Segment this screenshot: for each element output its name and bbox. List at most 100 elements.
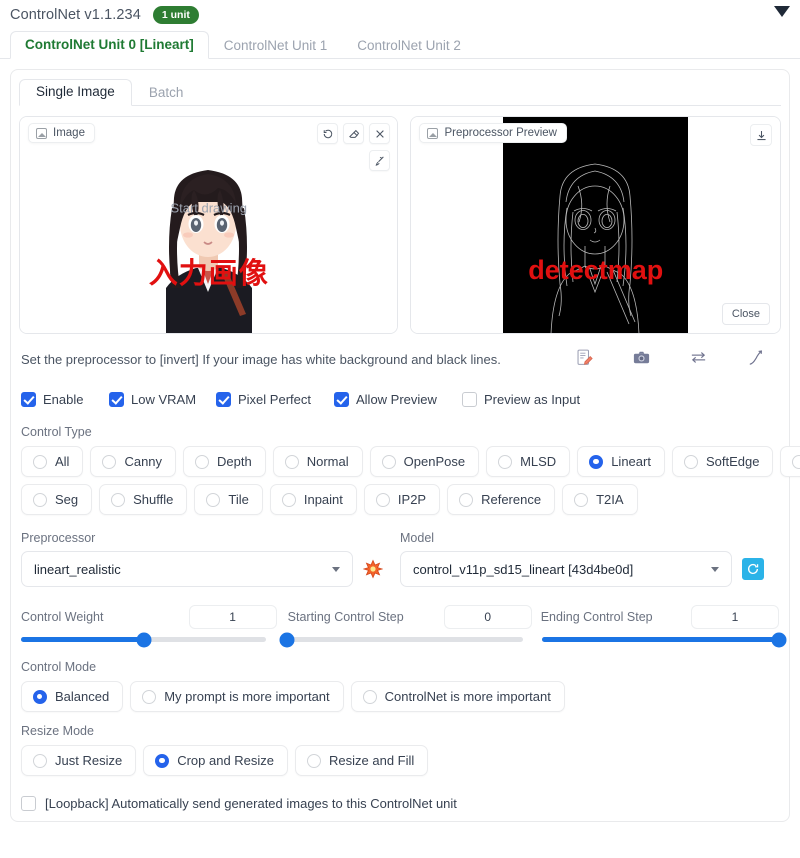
checkbox-loopback-label: [Loopback] Automatically send generated … (45, 796, 457, 812)
control-type-scribble[interactable]: Scribble (780, 446, 800, 478)
radio-prompt-important[interactable] (142, 689, 157, 704)
tab-controlnet-unit-1[interactable]: ControlNet Unit 1 (209, 32, 343, 59)
explosion-icon[interactable] (363, 559, 383, 579)
checkbox-loopback-box[interactable] (21, 796, 36, 812)
control-type-softedge[interactable]: SoftEdge (671, 446, 774, 478)
tab-single-image[interactable]: Single Image (19, 79, 132, 107)
preprocessor-select[interactable]: lineart_realistic (21, 551, 353, 588)
radio-canny[interactable] (102, 454, 117, 469)
controlnet-header: ControlNet v1.1.234 1 unit (0, 0, 800, 28)
control-weight-input[interactable]: 1 (188, 605, 277, 630)
radio-shuffle[interactable] (111, 492, 126, 507)
radio-normal[interactable] (284, 454, 299, 469)
checkbox-preview-as-input[interactable]: Preview as Input (462, 392, 580, 408)
control-mode-controlnet-important[interactable]: ControlNet is more important (350, 681, 565, 713)
control-type-openpose[interactable]: OpenPose (369, 446, 480, 478)
refresh-icon[interactable] (742, 558, 764, 581)
checkbox-low-vram-box[interactable] (109, 392, 124, 408)
ending-control-step-input[interactable]: 1 (691, 605, 779, 630)
model-label: Model (400, 531, 435, 546)
control-type-ip2p[interactable]: IP2P (363, 484, 441, 516)
resize-mode-just-resize[interactable]: Just Resize (21, 745, 137, 777)
resize-mode-resize-and-fill[interactable]: Resize and Fill (295, 745, 429, 777)
control-mode-balanced[interactable]: Balanced (21, 681, 124, 713)
tab-batch[interactable]: Batch (132, 80, 201, 106)
radio-all[interactable] (33, 454, 47, 469)
input-image-dropzone[interactable]: Start drawing 入力画像 Image (19, 116, 399, 335)
radio-scribble[interactable] (792, 454, 800, 469)
tab-controlnet-unit-2[interactable]: ControlNet Unit 2 (342, 32, 476, 59)
control-type-lineart[interactable]: Lineart (577, 446, 665, 478)
control-type-shuffle[interactable]: Shuffle (99, 484, 188, 516)
control-type-normal[interactable]: Normal (272, 446, 363, 478)
radio-openpose[interactable] (381, 454, 396, 469)
checkbox-enable[interactable]: Enable (21, 392, 109, 408)
control-type-t2ia[interactable]: T2IA (562, 484, 638, 516)
model-group: Model control_v11p_sd15_lineart [43d4be0… (400, 531, 779, 588)
control-mode-row: Balanced My prompt is more important Con… (19, 681, 781, 713)
radio-seg[interactable] (33, 492, 47, 507)
radio-crop-and-resize[interactable] (155, 753, 170, 768)
control-type-reference[interactable]: Reference (447, 484, 556, 516)
control-mode-prompt-important[interactable]: My prompt is more important (130, 681, 344, 713)
preprocessor-preview-box[interactable]: detectmap Preprocessor Preview Close (410, 116, 781, 335)
edit-image-icon[interactable] (575, 348, 594, 370)
model-select[interactable]: control_v11p_sd15_lineart [43d4be0d] (400, 551, 732, 588)
control-type-tile[interactable]: Tile (194, 484, 263, 516)
radio-inpaint[interactable] (281, 492, 296, 507)
checkbox-preview-as-input-box[interactable] (462, 392, 477, 408)
chevron-down-icon[interactable] (332, 566, 340, 572)
radio-resize-and-fill[interactable] (307, 753, 322, 768)
radio-t2ia[interactable] (574, 492, 589, 507)
close-preview-button[interactable]: Close (721, 303, 770, 326)
checkbox-low-vram[interactable]: Low VRAM (109, 392, 216, 408)
curve-icon[interactable] (746, 348, 765, 370)
radio-balanced[interactable] (33, 689, 47, 704)
radio-just-resize[interactable] (33, 753, 47, 768)
download-icon[interactable] (750, 124, 772, 147)
checkbox-loopback[interactable]: [Loopback] Automatically send generated … (19, 796, 781, 812)
image-row: Start drawing 入力画像 Image detectmap Prepr… (19, 116, 781, 335)
radio-tile[interactable] (206, 492, 221, 507)
resize-mode-just-resize-label: Just Resize (55, 753, 123, 769)
preprocessor-hint-row: Set the preprocessor to [invert] If your… (19, 348, 781, 370)
control-type-canny[interactable]: Canny (90, 446, 177, 478)
undo-icon[interactable] (317, 123, 339, 145)
starting-control-step-slider[interactable] (279, 632, 524, 648)
ending-control-step-knob[interactable] (771, 632, 787, 648)
checkbox-allow-preview[interactable]: Allow Preview (334, 392, 462, 408)
control-weight-knob[interactable] (136, 632, 152, 648)
control-type-mlsd[interactable]: MLSD (486, 446, 571, 478)
ending-control-step-slider[interactable] (542, 632, 787, 648)
tab-controlnet-unit-0[interactable]: ControlNet Unit 0 [Lineart] (10, 31, 209, 60)
input-artwork: Start drawing 入力画像 (136, 117, 282, 334)
clear-icon[interactable] (369, 123, 391, 145)
radio-controlnet-important[interactable] (362, 689, 377, 704)
radio-ip2p[interactable] (375, 492, 390, 507)
camera-icon[interactable] (632, 348, 651, 370)
checkbox-pixel-perfect-box[interactable] (216, 392, 231, 408)
eraser-icon[interactable] (343, 123, 365, 145)
checkbox-allow-preview-box[interactable] (334, 392, 349, 408)
radio-reference[interactable] (459, 492, 474, 507)
control-weight-slider[interactable] (21, 632, 267, 648)
swap-icon[interactable] (689, 348, 708, 370)
triangle-down-icon[interactable] (774, 6, 790, 17)
input-image-chip: Image (28, 123, 95, 144)
radio-mlsd[interactable] (498, 454, 513, 469)
radio-depth[interactable] (195, 454, 210, 469)
starting-control-step-input[interactable]: 0 (443, 605, 532, 630)
brush-icon[interactable] (369, 150, 391, 172)
checkbox-pixel-perfect[interactable]: Pixel Perfect (216, 392, 334, 408)
control-type-inpaint[interactable]: Inpaint (269, 484, 357, 516)
starting-control-step-knob[interactable] (279, 632, 295, 648)
radio-softedge[interactable] (683, 454, 698, 469)
control-type-all[interactable]: All (21, 446, 84, 478)
resize-mode-crop-and-resize[interactable]: Crop and Resize (143, 745, 289, 777)
control-type-seg[interactable]: Seg (21, 484, 93, 516)
checkbox-enable-box[interactable] (21, 392, 36, 408)
input-image-canvas[interactable]: Start drawing 入力画像 (20, 117, 398, 334)
radio-lineart[interactable] (589, 454, 604, 469)
control-type-depth[interactable]: Depth (183, 446, 266, 478)
chevron-down-icon[interactable] (711, 566, 719, 572)
